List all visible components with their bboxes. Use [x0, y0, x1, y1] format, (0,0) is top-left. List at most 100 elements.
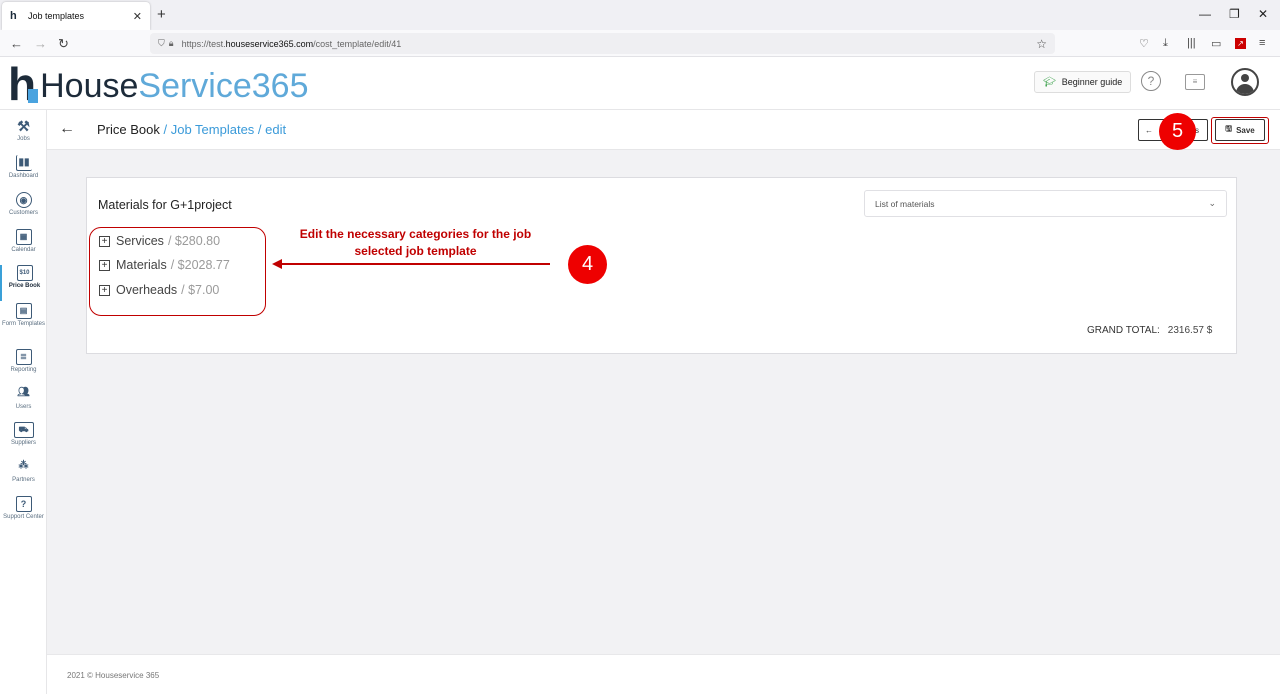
save-highlight-outline	[1211, 117, 1269, 144]
sidebar-item-label: Partners	[12, 477, 35, 483]
sidebar: ⚒ Jobs ▮▮ Dashboard ◉ Customers ▦ Calend…	[0, 110, 47, 694]
browser-tabbar: h Job templates ✕ + — ❐ ✕	[0, 0, 1280, 30]
category-services[interactable]: + Services / $280.80	[99, 234, 220, 248]
annotation-line-1: Edit the necessary categories for the jo…	[299, 227, 532, 241]
left-arrow-icon: ←	[1145, 125, 1153, 135]
footer: 2021 © Houseservice 365	[47, 654, 1280, 694]
reload-icon[interactable]: ↻	[58, 36, 69, 52]
beginner-guide-label: Beginner guide	[1061, 77, 1123, 87]
category-name: Overheads	[116, 283, 178, 297]
expand-plus-icon[interactable]: +	[99, 259, 110, 271]
category-price: / $7.00	[181, 283, 220, 297]
sidebar-item-label: Form Templates	[2, 321, 45, 327]
app-header: h House Service365 🎓︎ Beginner guide ? ≡	[0, 57, 1280, 110]
expand-plus-icon[interactable]: +	[99, 284, 110, 296]
tab-title: Job templates	[28, 11, 85, 21]
logo-text-house: House	[40, 67, 139, 105]
extension-icon[interactable]: ↗	[1235, 38, 1246, 49]
sidebar-item-calendar[interactable]: ▦ Calendar	[0, 229, 47, 265]
sidebar-item-price-book[interactable]: $10 Price Book	[0, 265, 47, 301]
minimize-icon[interactable]: —	[1199, 7, 1211, 21]
form-icon: ▤	[15, 303, 32, 319]
url-path: /cost_template/edit/41	[313, 38, 402, 49]
sidebar-toggle-icon[interactable]: ▭	[1211, 37, 1221, 50]
sidebar-item-suppliers[interactable]: ⛟ Suppliers	[0, 422, 47, 458]
partners-icon: ⁂	[18, 460, 29, 471]
folder-icon[interactable]: ≡	[1185, 74, 1205, 90]
url-host: houseservice365.com	[225, 38, 314, 49]
chart-icon: ▮▮	[15, 155, 32, 171]
lock-icon: 🔒︎	[168, 38, 174, 48]
sidebar-item-label: Suppliers	[10, 440, 36, 446]
sidebar-item-label: Dashboard	[8, 173, 39, 179]
card-title: Materials for G+1project	[98, 198, 232, 212]
breadcrumb: Price Book / Job Templates / edit	[97, 122, 286, 137]
reporting-icon: ≣	[15, 349, 32, 365]
sidebar-item-users[interactable]: 👥︎ Users	[0, 386, 47, 422]
library-icon[interactable]: |||	[1187, 37, 1196, 49]
sidebar-item-form-templates[interactable]: ▤ Form Templates	[0, 303, 47, 345]
tools-icon: ⚒	[17, 118, 30, 134]
back-arrow-icon[interactable]: ←	[10, 36, 23, 51]
sidebar-item-dashboard[interactable]: ▮▮ Dashboard	[0, 155, 47, 191]
sidebar-item-label: Price Book	[8, 283, 41, 289]
annotation-note: Edit the necessary categories for the jo…	[283, 226, 548, 260]
price-book-icon: $10	[16, 265, 33, 281]
url-prefix: https://test.	[181, 38, 226, 49]
customers-icon: ◉	[15, 192, 32, 208]
footer-copyright: 2021 © Houseservice 365	[67, 671, 160, 680]
sidebar-item-support-center[interactable]: ? Support Center	[0, 496, 47, 538]
beginner-guide-button[interactable]: 🎓︎ Beginner guide	[1034, 71, 1132, 93]
sidebar-item-label: Support Center	[3, 514, 44, 520]
category-price: / $2028.77	[170, 258, 230, 272]
category-price: / $280.80	[167, 234, 221, 248]
step-4-marker: 4	[568, 245, 607, 284]
browser-tab[interactable]: h Job templates ✕	[2, 2, 150, 30]
logo-text-service: Service365	[138, 67, 309, 105]
menu-icon[interactable]: ≡	[1259, 37, 1265, 49]
category-overheads[interactable]: + Overheads / $7.00	[99, 283, 219, 297]
new-tab-icon[interactable]: +	[157, 6, 166, 23]
sidebar-item-label: Users	[15, 404, 32, 410]
grand-total-value: 2316.57 $	[1167, 325, 1213, 336]
sidebar-item-customers[interactable]: ◉ Customers	[0, 192, 47, 228]
graduation-cap-icon: 🎓︎	[1043, 76, 1056, 88]
breadcrumb-rest[interactable]: / Job Templates / edit	[160, 122, 286, 137]
expand-plus-icon[interactable]: +	[99, 235, 110, 247]
sidebar-item-reporting[interactable]: ≣ Reporting	[0, 349, 47, 385]
shield-icon: ⛉	[158, 38, 165, 48]
close-tab-icon[interactable]: ✕	[133, 10, 142, 23]
back-arrow-icon[interactable]: ←	[59, 120, 75, 138]
step-5-marker: 5	[1159, 113, 1196, 150]
close-window-icon[interactable]: ✕	[1258, 7, 1268, 21]
sidebar-item-label: Jobs	[17, 136, 30, 142]
select-value: List of materials	[875, 198, 935, 209]
restore-icon[interactable]: ❐	[1229, 7, 1240, 21]
sidebar-item-label: Customers	[8, 210, 38, 216]
chevron-down-icon: ⌄	[1208, 198, 1216, 208]
site-favicon-icon: h	[10, 10, 17, 22]
grand-total-label: GRAND TOTAL:	[1087, 325, 1160, 336]
forward-arrow-icon[interactable]: →	[34, 36, 47, 51]
category-name: Materials	[116, 258, 167, 272]
logo-h-icon: h	[8, 58, 39, 110]
sidebar-item-partners[interactable]: ⁂ Partners	[0, 459, 47, 495]
download-icon[interactable]: ⤓	[1163, 37, 1168, 50]
truck-icon: ⛟	[13, 422, 34, 438]
app-logo[interactable]: h House Service365	[8, 58, 309, 110]
breadcrumb-root[interactable]: Price Book	[97, 122, 160, 137]
annotation-line-2: selected job template	[354, 244, 477, 258]
calendar-icon: ▦	[15, 229, 32, 245]
list-of-materials-select[interactable]: List of materials ⌄	[864, 190, 1227, 217]
category-materials[interactable]: + Materials / $2028.77	[99, 258, 230, 272]
address-bar[interactable]: ⛉ 🔒︎ https://test. houseservice365.com/co…	[150, 33, 1055, 54]
pocket-icon[interactable]: ♡	[1139, 37, 1149, 50]
category-name: Services	[116, 234, 164, 248]
page-toolbar: ← Price Book / Job Templates / edit ← ts…	[47, 110, 1280, 150]
user-avatar-icon[interactable]	[1231, 68, 1259, 96]
sidebar-item-jobs[interactable]: ⚒ Jobs	[0, 118, 47, 154]
annotation-arrow	[280, 263, 550, 265]
grand-total: GRAND TOTAL: 2316.57 $	[1087, 325, 1212, 336]
bookmark-star-icon[interactable]: ☆	[1036, 37, 1047, 51]
help-icon[interactable]: ?	[1141, 71, 1161, 91]
